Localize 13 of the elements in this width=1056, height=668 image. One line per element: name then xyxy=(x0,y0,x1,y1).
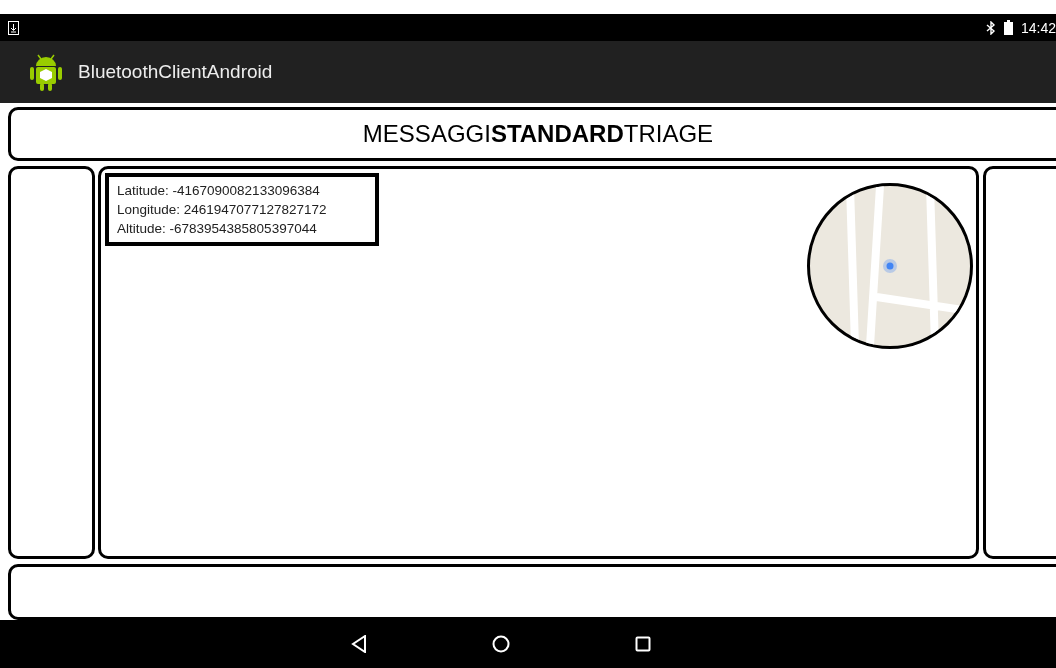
android-robot-icon xyxy=(28,52,64,92)
coordinate-text: Latitude: -4167090082133096384 xyxy=(117,182,321,200)
battery-icon xyxy=(1003,20,1013,35)
recents-icon[interactable] xyxy=(635,636,651,652)
home-icon[interactable] xyxy=(492,635,510,653)
app-title: BluetoothClientAndroid xyxy=(78,61,273,83)
coordinate-text: Longitude: 2461947077127827172 xyxy=(117,201,328,219)
download-icon xyxy=(8,20,19,35)
header-title: MESSAGGISTANDARDTRIAGE xyxy=(362,120,714,148)
bluetooth-icon xyxy=(985,20,996,35)
back-icon[interactable] xyxy=(351,635,367,653)
clock-time: 14:42 xyxy=(1020,19,1056,36)
coordinate-text: Altitude: -6783954385805397044 xyxy=(117,220,318,238)
